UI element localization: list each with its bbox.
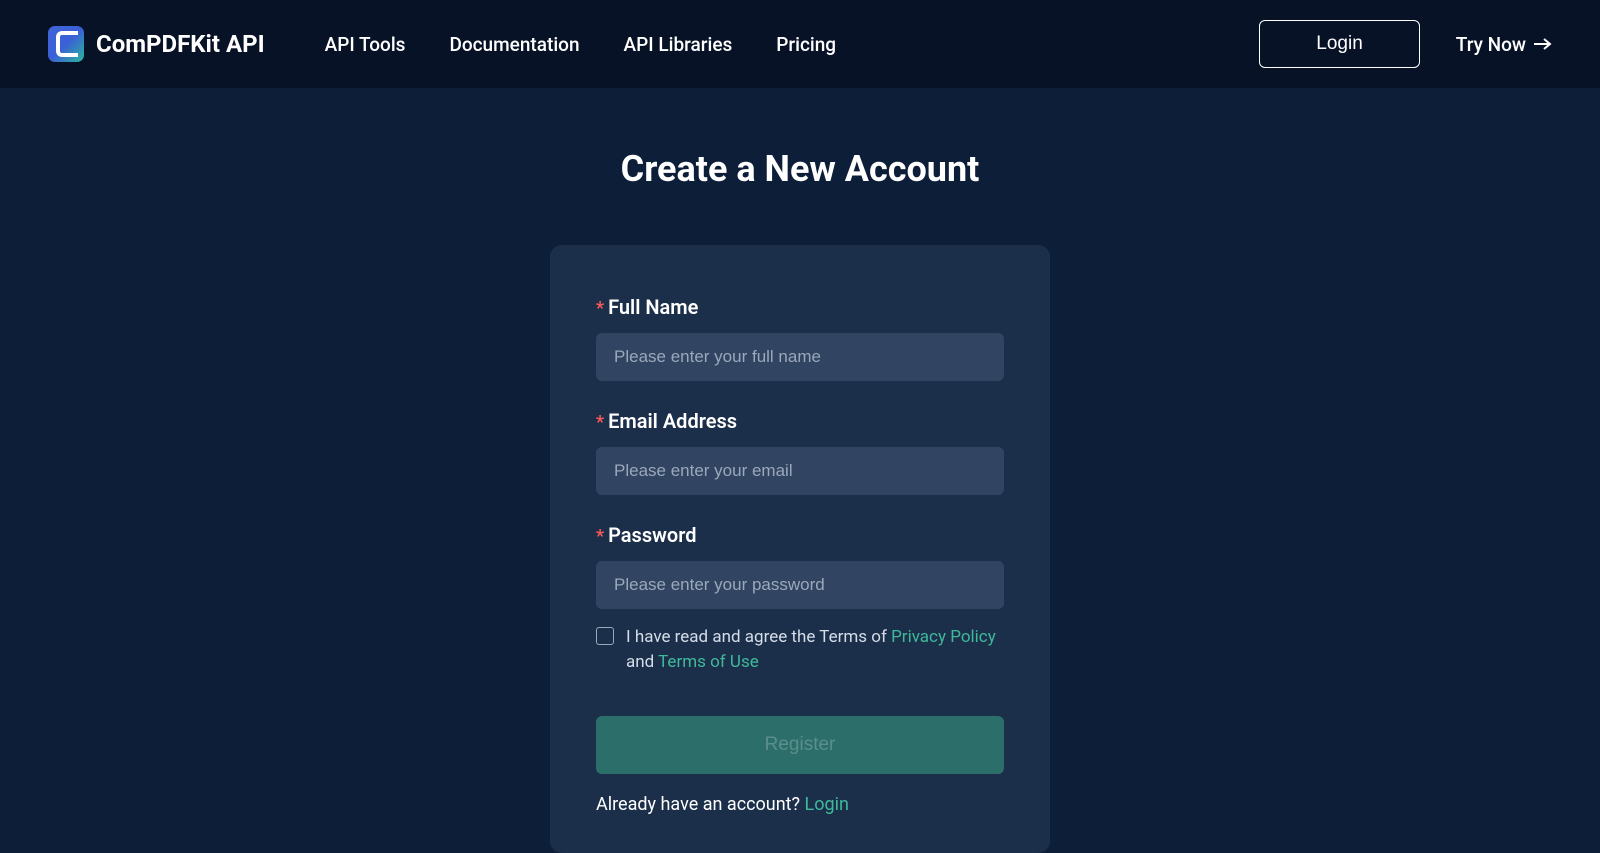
required-icon: *: [596, 526, 604, 547]
password-group: *Password: [596, 523, 1004, 609]
required-icon: *: [596, 298, 604, 319]
agreement-row: I have read and agree the Terms of Priva…: [596, 625, 1004, 674]
header-login-button[interactable]: Login: [1259, 20, 1420, 68]
agreement-text: I have read and agree the Terms of Priva…: [626, 625, 1004, 674]
full-name-group: *Full Name: [596, 295, 1004, 381]
header-left: ComPDFKit API API Tools Documentation AP…: [48, 26, 836, 62]
main-content: Create a New Account *Full Name *Email A…: [0, 88, 1600, 853]
header-right: Login Try Now: [1259, 20, 1552, 68]
password-label: *Password: [596, 523, 1004, 547]
main-nav: API Tools Documentation API Libraries Pr…: [325, 33, 836, 56]
already-have-account: Already have an account? Login: [596, 794, 1004, 815]
full-name-label: *Full Name: [596, 295, 1004, 319]
nav-api-tools[interactable]: API Tools: [325, 33, 406, 56]
login-link[interactable]: Login: [805, 794, 849, 815]
full-name-input[interactable]: [596, 333, 1004, 381]
terms-of-use-link[interactable]: Terms of Use: [658, 652, 759, 672]
page-title: Create a New Account: [621, 148, 980, 190]
nav-api-libraries[interactable]: API Libraries: [624, 33, 733, 56]
required-icon: *: [596, 412, 604, 433]
password-input[interactable]: [596, 561, 1004, 609]
try-now-link[interactable]: Try Now: [1456, 33, 1552, 56]
try-now-label: Try Now: [1456, 33, 1526, 56]
email-label: *Email Address: [596, 409, 1004, 433]
privacy-policy-link[interactable]: Privacy Policy: [891, 627, 996, 647]
signup-form-card: *Full Name *Email Address *Password I ha…: [550, 245, 1050, 853]
register-button[interactable]: Register: [596, 716, 1004, 774]
brand-logo[interactable]: ComPDFKit API: [48, 26, 265, 62]
email-group: *Email Address: [596, 409, 1004, 495]
arrow-right-icon: [1534, 38, 1552, 50]
logo-icon: [48, 26, 84, 62]
agreement-checkbox[interactable]: [596, 627, 614, 645]
brand-name: ComPDFKit API: [96, 30, 265, 58]
email-input[interactable]: [596, 447, 1004, 495]
main-header: ComPDFKit API API Tools Documentation AP…: [0, 0, 1600, 88]
nav-pricing[interactable]: Pricing: [776, 33, 836, 56]
nav-documentation[interactable]: Documentation: [449, 33, 579, 56]
